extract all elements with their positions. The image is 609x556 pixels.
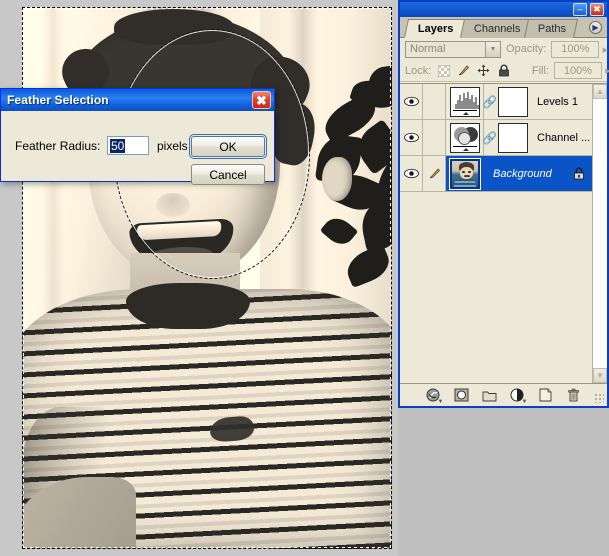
padlock-icon	[573, 167, 585, 180]
levels-adjustment-icon	[449, 86, 480, 117]
chevron-down-icon[interactable]: ▼	[485, 41, 500, 57]
lock-position-icon[interactable]	[476, 63, 491, 78]
lock-fill-row: Lock: Fill: 100% ▶	[400, 60, 609, 82]
feather-selection-dialog[interactable]: Feather Selection ✖ Feather Radius: 50 p…	[0, 88, 275, 185]
tab-layers[interactable]: Layers	[403, 19, 466, 38]
layer-visibility-toggle[interactable]	[400, 156, 423, 191]
lock-label: Lock:	[405, 64, 432, 77]
link-chain-icon[interactable]: 🔗	[482, 129, 497, 146]
levels-ramp	[452, 109, 477, 115]
ok-button[interactable]: OK	[189, 134, 267, 159]
lock-all-icon[interactable]	[496, 63, 511, 78]
tab-channels-label: Channels	[473, 23, 521, 35]
tab-paths[interactable]: Paths	[523, 19, 579, 38]
layer-thumbnail-cell[interactable]	[446, 156, 484, 191]
fill-label: Fill:	[531, 64, 549, 77]
thumbnail-image	[452, 160, 478, 187]
feather-radius-value: 50	[110, 138, 126, 153]
brush-icon	[429, 168, 440, 179]
layer-mask-thumbnail[interactable]	[498, 122, 528, 153]
opacity-label: Opacity:	[506, 43, 547, 55]
layer-link-toggle[interactable]	[423, 84, 446, 119]
fill-value: 100%	[563, 64, 593, 77]
new-layer-icon[interactable]	[538, 388, 554, 403]
channel-ramp	[452, 145, 477, 151]
minimize-icon[interactable]: –	[573, 3, 587, 16]
layers-palette[interactable]: – ✖ Layers Channels Paths ▶ Normal ▼ Opa…	[398, 0, 609, 408]
layers-scrollbar[interactable]: ▲ ▼	[592, 84, 607, 383]
new-group-folder-icon[interactable]	[482, 388, 498, 403]
palette-titlebar[interactable]: – ✖	[400, 2, 607, 17]
document-window[interactable]	[0, 0, 398, 556]
teeth	[137, 220, 222, 241]
palette-menu-icon[interactable]: ▶	[589, 21, 602, 34]
layer-row[interactable]: 🔗 Channel ...	[400, 120, 607, 156]
eye-icon	[403, 168, 419, 179]
add-layer-mask-icon[interactable]	[454, 388, 470, 403]
layer-visibility-toggle[interactable]	[400, 84, 423, 119]
tab-paths-label: Paths	[537, 23, 567, 35]
layers-list[interactable]: 🔗 Levels 1 🔗 Channel ... Background ▲ ▼	[400, 83, 607, 383]
layer-thumbnail-cell[interactable]	[446, 120, 484, 155]
blend-opacity-row: Normal ▼ Opacity: 100% ▶	[400, 38, 608, 60]
link-chain-icon[interactable]: 🔗	[482, 93, 497, 110]
delete-layer-trash-icon[interactable]	[566, 388, 582, 403]
close-icon[interactable]: ✖	[252, 91, 271, 109]
eye-icon	[403, 132, 419, 143]
feather-radius-units: pixels	[157, 139, 188, 153]
resize-grip[interactable]	[595, 394, 604, 403]
chevron-right-icon[interactable]: ▶	[602, 64, 609, 78]
opacity-value: 100%	[561, 43, 590, 55]
cancel-button[interactable]: Cancel	[191, 164, 265, 185]
fill-input[interactable]: 100% ▶	[554, 62, 609, 79]
lock-transparency-icon[interactable]	[436, 63, 451, 78]
opacity-input[interactable]: 100% ▶	[551, 40, 608, 58]
dialog-titlebar[interactable]: Feather Selection ✖	[1, 89, 274, 111]
layer-mask-thumbnail[interactable]	[498, 86, 528, 117]
chevron-right-icon[interactable]: ▶	[599, 43, 609, 57]
active-layer-brush-indicator[interactable]	[423, 156, 446, 191]
eye-icon	[403, 96, 419, 107]
channel-circle-light	[457, 131, 471, 145]
new-adjustment-layer-icon[interactable]: ▼	[510, 388, 528, 405]
chevron-up-icon[interactable]: ▲	[593, 84, 607, 99]
feather-radius-input[interactable]: 50	[107, 136, 149, 155]
feather-radius-label: Feather Radius:	[15, 139, 101, 153]
blend-mode-select[interactable]: Normal ▼	[405, 40, 501, 58]
histogram-graphic	[452, 89, 479, 109]
close-icon[interactable]: ✖	[590, 3, 604, 16]
chevron-down-icon[interactable]: ▼	[593, 368, 607, 383]
palette-tabs: Layers Channels Paths ▶	[400, 17, 607, 38]
tab-layers-label: Layers	[418, 22, 454, 35]
photoshop-screen: Feather Selection ✖ Feather Radius: 50 p…	[0, 0, 609, 556]
blend-mode-value: Normal	[410, 43, 446, 55]
ear	[322, 157, 352, 201]
lock-image-pixels-icon[interactable]	[456, 63, 471, 78]
nose	[156, 193, 190, 217]
layer-row[interactable]: 🔗 Levels 1	[400, 84, 607, 120]
layer-style-fx-icon[interactable]: ▼	[426, 388, 444, 405]
layers-palette-footer: ▼ ▼	[400, 383, 607, 406]
layer-row[interactable]: Background	[400, 156, 607, 192]
hair-wisp	[114, 9, 234, 45]
layer-thumbnail-cell[interactable]	[446, 84, 484, 119]
dialog-title: Feather Selection	[7, 93, 109, 107]
layer-link-toggle[interactable]	[423, 120, 446, 155]
channel-mixer-adjustment-icon	[449, 122, 480, 153]
tab-channels[interactable]: Channels	[459, 19, 533, 38]
layer-photo-thumbnail	[449, 157, 481, 190]
dialog-body: Feather Radius: 50 pixels OK Cancel	[1, 111, 274, 185]
shirt-collar	[126, 283, 250, 329]
layer-visibility-toggle[interactable]	[400, 120, 423, 155]
layer-name: Background	[493, 167, 552, 180]
